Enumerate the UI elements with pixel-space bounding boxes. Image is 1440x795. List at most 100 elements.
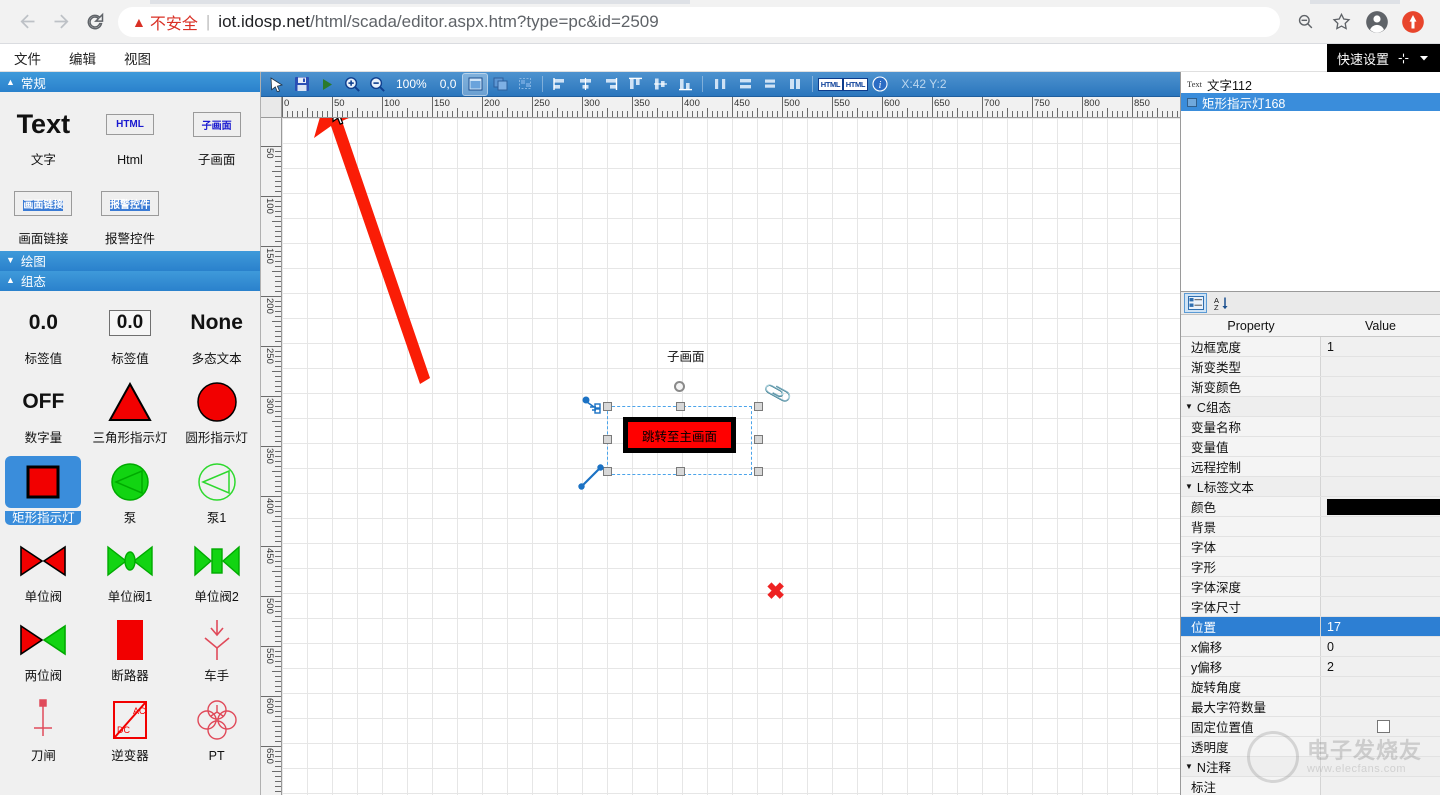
property-row[interactable]: 字体尺寸 [1181, 597, 1440, 617]
palette-item-text[interactable]: Text 文字 [0, 92, 87, 171]
rect-indicator-lamp[interactable]: 跳转至主画面 [623, 417, 736, 453]
quick-settings-bar[interactable]: 快速设置 [1326, 44, 1440, 72]
property-row[interactable]: y偏移 2 [1181, 657, 1440, 677]
palette-item-digital[interactable]: OFF 数字量 [0, 370, 87, 449]
resize-handle-se[interactable] [754, 467, 763, 476]
reload-button[interactable] [78, 5, 112, 39]
copy-button[interactable] [488, 74, 512, 95]
chevron-down-icon[interactable]: ▼ [1185, 482, 1193, 491]
property-row[interactable]: 变量值 [1181, 437, 1440, 457]
tree-item-rect-indicator168[interactable]: 矩形指示灯168 [1181, 93, 1440, 111]
run-button[interactable] [315, 74, 339, 95]
property-row[interactable]: 固定位置值 [1181, 717, 1440, 737]
property-row[interactable]: 颜色 [1181, 497, 1440, 517]
property-row[interactable]: 透明度 [1181, 737, 1440, 757]
background-image-button[interactable] [462, 72, 489, 96]
property-row[interactable]: 边框宽度 1 [1181, 337, 1440, 357]
property-row[interactable]: 旋转角度 [1181, 677, 1440, 697]
palette-item-multistate-text[interactable]: None 多态文本 [173, 291, 260, 370]
property-row[interactable]: 字体深度 [1181, 577, 1440, 597]
property-row[interactable]: x偏移 0 [1181, 637, 1440, 657]
align-bottom-button[interactable] [673, 74, 697, 95]
html-export-button[interactable]: HTML [842, 74, 869, 95]
resize-handle-e[interactable] [754, 435, 763, 444]
align-center-button[interactable] [573, 74, 597, 95]
property-value[interactable] [1321, 397, 1440, 416]
design-canvas[interactable]: 子画面 跳转至主画面 📎 ✖ [282, 118, 1180, 795]
property-value[interactable] [1321, 377, 1440, 396]
palette-item-subscreen[interactable]: 子画面 子画面 [173, 92, 260, 171]
same-width-button[interactable] [733, 74, 757, 95]
color-swatch[interactable] [1327, 498, 1440, 515]
menu-view[interactable]: 视图 [124, 48, 151, 68]
palette-item-disconnector[interactable]: 刀闸 [0, 688, 87, 767]
back-button[interactable] [10, 5, 44, 39]
property-row[interactable]: ▼ N注释 [1181, 757, 1440, 777]
property-row[interactable]: 渐变颜色 [1181, 377, 1440, 397]
property-row[interactable]: 字体 [1181, 537, 1440, 557]
zoom-in-button[interactable] [340, 74, 364, 95]
property-value[interactable] [1321, 497, 1440, 516]
palette-item-html[interactable]: HTML Html [87, 92, 174, 171]
address-bar[interactable]: ▲ 不安全 | iot.idosp.net/html/scada/editor.… [118, 6, 1280, 37]
palette-item-valve1[interactable]: 单位阀1 [87, 529, 174, 608]
property-value[interactable] [1321, 717, 1440, 736]
property-value[interactable] [1321, 757, 1440, 776]
property-value[interactable] [1321, 457, 1440, 476]
move-icon[interactable] [1397, 52, 1410, 65]
align-top-button[interactable] [623, 74, 647, 95]
palette-item-pump[interactable]: 泵 [87, 450, 174, 529]
same-size-button[interactable] [783, 74, 807, 95]
palette-item-tag-value[interactable]: 0.0 标签值 [0, 291, 87, 370]
palette-item-triangle-indicator[interactable]: 三角形指示灯 [87, 370, 174, 449]
object-tree[interactable]: Text 文字112 矩形指示灯168 [1181, 72, 1440, 292]
property-row[interactable]: 字形 [1181, 557, 1440, 577]
property-value[interactable] [1321, 677, 1440, 696]
property-row[interactable]: 最大字符数量 [1181, 697, 1440, 717]
property-value[interactable] [1321, 357, 1440, 376]
property-row[interactable]: 远程控制 [1181, 457, 1440, 477]
menu-edit[interactable]: 编辑 [69, 48, 96, 68]
property-value[interactable] [1321, 477, 1440, 496]
property-row[interactable]: 变量名称 [1181, 417, 1440, 437]
chevron-down-icon[interactable]: ▼ [1185, 402, 1193, 411]
property-value[interactable] [1321, 697, 1440, 716]
resize-handle-n[interactable] [676, 402, 685, 411]
palette-item-inverter[interactable]: AC DC 逆变器 [87, 688, 174, 767]
vertical-ruler[interactable]: 50 100 150 200 250 300 350 400 450 500 550 600 650 [261, 118, 282, 795]
save-button[interactable] [290, 74, 314, 95]
delete-x-icon[interactable]: ✖ [766, 580, 785, 603]
zoom-out-button[interactable] [365, 74, 389, 95]
property-value[interactable] [1321, 437, 1440, 456]
palette-item-valve[interactable]: 单位阀 [0, 529, 87, 608]
property-value[interactable]: 17 [1321, 617, 1440, 636]
resize-handle-sw[interactable] [603, 467, 612, 476]
property-row[interactable]: ▼ C组态 [1181, 397, 1440, 417]
zoom-out-button[interactable] [1288, 5, 1322, 39]
properties-list[interactable]: 边框宽度 1 渐变类型 渐变颜色 ▼ C组态 变量名称 变量值 远程控制 ▼ L标签文本 颜色 背景 字体… [1181, 337, 1440, 795]
palette-item-pump1[interactable]: 泵1 [173, 450, 260, 529]
palette-item-circle-indicator[interactable]: 圆形指示灯 [173, 370, 260, 449]
horizontal-ruler[interactable]: 0 50 100 150 200 250 300 350 400 450 500 550 600 650 7… [282, 97, 1180, 118]
bookmark-button[interactable] [1324, 5, 1358, 39]
property-value[interactable]: 0 [1321, 637, 1440, 656]
property-row[interactable]: 标注 [1181, 777, 1440, 795]
palette-item-alarm-widget[interactable]: 报警控件 报警控件 [87, 171, 174, 250]
align-middle-button[interactable] [648, 74, 672, 95]
property-checkbox[interactable] [1377, 720, 1390, 733]
property-row[interactable]: 背景 [1181, 517, 1440, 537]
property-value[interactable] [1321, 417, 1440, 436]
distribute-horizontal-button[interactable] [708, 74, 732, 95]
alphabetical-sort-button[interactable]: A Z [1210, 294, 1231, 312]
palette-item-rect-indicator[interactable]: 矩形指示灯 [0, 450, 87, 529]
info-button[interactable]: i [868, 74, 892, 95]
html-import-button[interactable]: HTML [817, 74, 844, 95]
resize-handle-s[interactable] [676, 467, 685, 476]
property-value[interactable] [1321, 517, 1440, 536]
rotate-handle-icon[interactable] [673, 381, 685, 392]
same-height-button[interactable] [758, 74, 782, 95]
subscreen-label[interactable]: 子画面 [667, 346, 705, 365]
property-value[interactable] [1321, 737, 1440, 756]
forward-button[interactable] [44, 5, 78, 39]
palette-item-breaker[interactable]: 断路器 [87, 608, 174, 687]
